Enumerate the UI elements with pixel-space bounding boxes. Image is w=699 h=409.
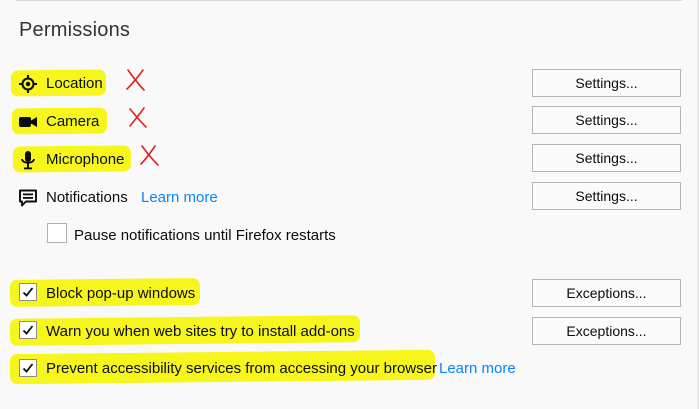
checkmark-icon [22, 287, 34, 297]
location-settings-button[interactable]: Settings... [532, 69, 681, 97]
microphone-settings-button[interactable]: Settings... [532, 144, 681, 172]
block-popups-row: Block pop-up windows Exceptions... [0, 278, 699, 308]
pause-notifications-checkbox[interactable] [47, 223, 67, 243]
notifications-settings-button[interactable]: Settings... [532, 182, 681, 210]
permission-row-location: Location Settings... [0, 68, 699, 98]
microphone-label: Microphone [46, 151, 125, 168]
permission-row-camera: Camera Settings... [0, 106, 699, 136]
microphone-icon [21, 151, 35, 170]
red-cross-mark [126, 69, 145, 91]
block-popups-checkbox[interactable] [19, 283, 37, 301]
prevent-accessibility-label: Prevent accessibility services from acce… [46, 360, 437, 377]
prevent-accessibility-checkbox[interactable] [19, 359, 37, 377]
warn-addons-checkbox[interactable] [19, 321, 37, 339]
red-cross-mark [129, 107, 147, 128]
camera-icon [19, 117, 37, 127]
section-title: Permissions [19, 19, 131, 41]
section-divider [16, 0, 682, 1]
prevent-accessibility-row: Prevent accessibility services from acce… [0, 349, 699, 385]
notifications-label: Notifications [46, 189, 128, 206]
block-popups-exceptions-button[interactable]: Exceptions... [532, 279, 681, 307]
notifications-learn-more-link[interactable]: Learn more [141, 189, 218, 206]
prevent-accessibility-learn-more-link[interactable]: Learn more [439, 360, 516, 377]
block-popups-label: Block pop-up windows [46, 285, 196, 302]
location-icon [19, 75, 37, 93]
permission-row-notifications: Notifications Learn more Settings... [0, 182, 699, 212]
pause-notifications-label: Pause notifications until Firefox restar… [74, 227, 336, 244]
warn-addons-label: Warn you when web sites try to install a… [46, 323, 355, 340]
red-cross-mark [140, 145, 159, 166]
location-label: Location [46, 75, 103, 92]
checkmark-icon [22, 363, 34, 373]
warn-addons-row: Warn you when web sites try to install a… [0, 315, 699, 346]
camera-label: Camera [46, 113, 100, 130]
checkmark-icon [22, 325, 34, 335]
pause-notifications-row: Pause notifications until Firefox restar… [0, 220, 699, 250]
warn-addons-exceptions-button[interactable]: Exceptions... [532, 317, 681, 345]
permission-row-microphone: Microphone Settings... [0, 144, 699, 174]
camera-settings-button[interactable]: Settings... [532, 106, 681, 134]
notifications-icon [19, 189, 37, 207]
